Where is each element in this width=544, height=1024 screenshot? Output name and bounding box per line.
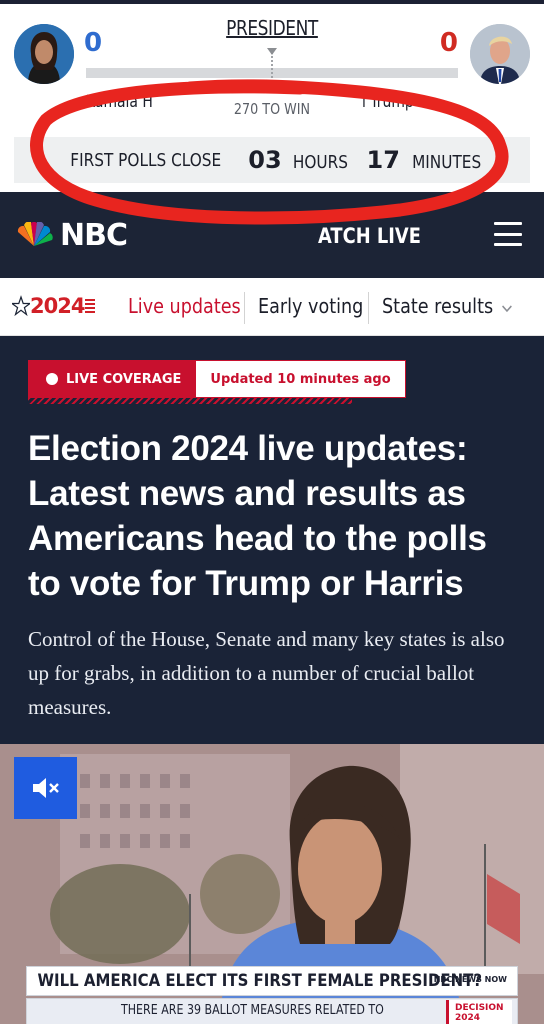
video-chyron: WILL AMERICA ELECT ITS FIRST FEMALE PRES…	[26, 966, 518, 996]
peacock-logo-icon[interactable]	[14, 221, 54, 253]
minutes-group: 17 MINUTES	[367, 146, 488, 174]
live-coverage-badge: LIVE COVERAGE Updated 10 minutes ago	[28, 360, 406, 402]
menu-line	[494, 232, 522, 236]
live-dot-icon	[46, 373, 58, 385]
updated-timestamp: Updated 10 minutes ago	[195, 360, 406, 398]
polls-close-label: FIRST POLLS CLOSE	[70, 149, 221, 171]
to-win-label: 270 TO WIN	[233, 100, 311, 118]
menu-line	[494, 243, 522, 246]
hours-group: 03 HOURS	[248, 146, 352, 174]
star-icon	[12, 295, 30, 317]
nav-divider	[368, 292, 369, 324]
polls-close-countdown: FIRST POLLS CLOSE 03 HOURS 17 MINUTES	[14, 137, 530, 183]
menu-line	[494, 222, 522, 225]
nbc-news-wordmark[interactable]: NBC	[60, 218, 128, 253]
trump-electoral-votes: 0	[439, 28, 458, 58]
lower-third-text: THERE ARE 39 BALLOT MEASURES RELATED TO	[121, 1003, 384, 1018]
live-label-box: LIVE COVERAGE	[28, 360, 196, 398]
race-title[interactable]: PRESIDENT	[41, 16, 503, 40]
mute-button[interactable]	[14, 757, 77, 819]
decision-2024-badge: DECISION 2024	[446, 1000, 512, 1024]
minutes-unit: MINUTES	[412, 152, 482, 173]
minutes-value: 17	[366, 146, 400, 174]
article-dek: Control of the House, Senate and many ke…	[28, 627, 505, 719]
article-headline: Election 2024 live updates: Latest news …	[28, 429, 487, 603]
trump-name: l Trump	[362, 92, 414, 112]
speaker-muted-icon	[32, 778, 59, 798]
nav-live-updates[interactable]: Live updates	[128, 294, 241, 318]
live-label: LIVE COVERAGE	[66, 371, 182, 387]
chyron-headline: WILL AMERICA ELECT ITS FIRST FEMALE PRES…	[37, 971, 483, 991]
nbc-news-now-tag: NBC NEWS NOW	[433, 975, 507, 984]
election-2024-logo[interactable]: 2024	[12, 294, 96, 318]
flag-stripes-icon	[85, 299, 96, 313]
nav-state-results[interactable]: State results	[382, 294, 513, 318]
nav-early-voting[interactable]: Early voting	[258, 294, 363, 318]
watch-live-link[interactable]: ATCH LIVE	[318, 224, 421, 248]
nav-divider	[244, 292, 245, 324]
hamburger-icon[interactable]	[494, 222, 522, 246]
video-lower-third: THERE ARE 39 BALLOT MEASURES RELATED TO	[26, 998, 518, 1024]
race-tracker[interactable]: 0 PRESIDENT 0 Kamala H 270 TO WIN l Trum…	[0, 0, 544, 192]
logo-year: 2024	[30, 294, 85, 318]
hours-value: 03	[248, 146, 282, 174]
chevron-down-icon	[501, 305, 512, 313]
nav-state-results-label: State results	[382, 294, 494, 318]
trump-avatar	[470, 24, 530, 84]
win-threshold-marker	[267, 48, 277, 55]
hours-unit: HOURS	[292, 152, 348, 173]
